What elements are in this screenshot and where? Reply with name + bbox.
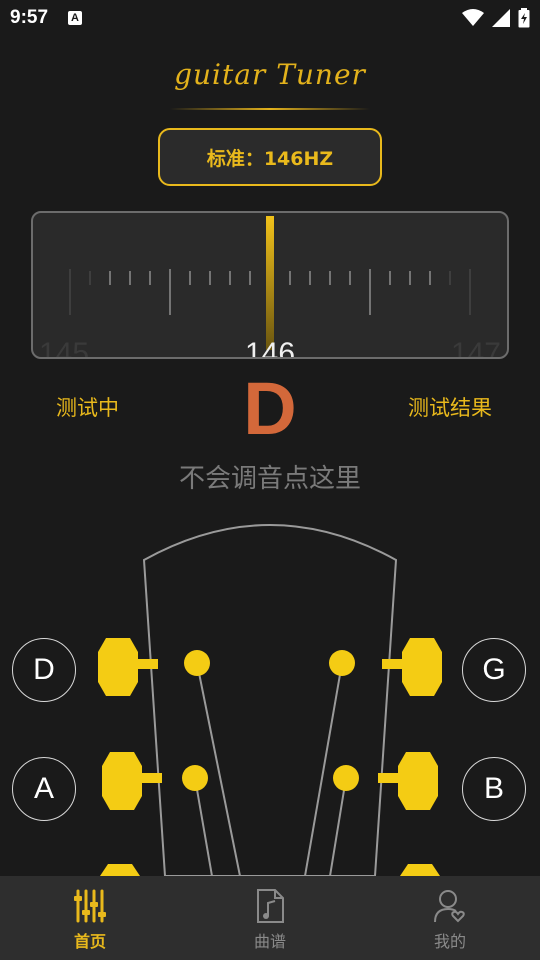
status-time: 9:57 bbox=[10, 7, 49, 28]
accessibility-badge-icon: A bbox=[68, 11, 83, 25]
music-sheet-icon bbox=[257, 889, 284, 923]
meter-needle bbox=[266, 216, 274, 350]
tuning-peg-g[interactable] bbox=[329, 638, 442, 696]
string-button-a[interactable]: A bbox=[12, 757, 76, 821]
tuning-peg-e-high[interactable] bbox=[400, 864, 440, 876]
status-bar: 9:57 A bbox=[0, 0, 540, 36]
meter-center-value: 146 bbox=[244, 337, 296, 359]
tab-sheet-music[interactable]: 曲谱 bbox=[180, 876, 360, 960]
string-button-d[interactable]: D bbox=[12, 638, 76, 702]
bottom-tab-bar: 首页 曲谱 我的 bbox=[0, 876, 540, 960]
standard-frequency-label: 标准：146HZ bbox=[206, 147, 334, 170]
guitar-headstock-illustration bbox=[98, 524, 442, 876]
string-button-b[interactable]: B bbox=[462, 757, 526, 821]
tuning-peg-a[interactable] bbox=[102, 752, 208, 810]
battery-icon bbox=[518, 8, 530, 28]
tuning-peg-b[interactable] bbox=[333, 752, 438, 810]
tab-home[interactable]: 首页 bbox=[0, 876, 180, 960]
string-button-g[interactable]: G bbox=[462, 638, 526, 702]
meter-right-value: 147 bbox=[450, 337, 501, 359]
tab-sheet-music-label: 曲谱 bbox=[253, 932, 286, 951]
tuner-sliders-icon bbox=[74, 889, 106, 923]
wifi-icon bbox=[462, 9, 484, 26]
tab-profile[interactable]: 我的 bbox=[360, 876, 540, 960]
tab-home-label: 首页 bbox=[73, 932, 106, 951]
meter-scale bbox=[69, 216, 471, 350]
tuning-peg-d[interactable] bbox=[98, 638, 210, 696]
test-result-button[interactable]: 测试结果 bbox=[408, 392, 492, 422]
logo-underline bbox=[170, 108, 370, 110]
app-logo: guitar Tuner bbox=[174, 58, 366, 91]
tuning-help-link[interactable]: 不会调音点这里 bbox=[0, 458, 540, 495]
tuning-peg-e-low[interactable] bbox=[100, 864, 140, 876]
tuning-meter: 145 146 147 bbox=[31, 211, 509, 359]
status-icons bbox=[462, 8, 530, 28]
signal-icon bbox=[492, 9, 510, 27]
tab-profile-label: 我的 bbox=[433, 932, 466, 951]
profile-heart-icon bbox=[434, 890, 465, 923]
standard-frequency-box[interactable]: 标准：146HZ bbox=[158, 128, 382, 186]
